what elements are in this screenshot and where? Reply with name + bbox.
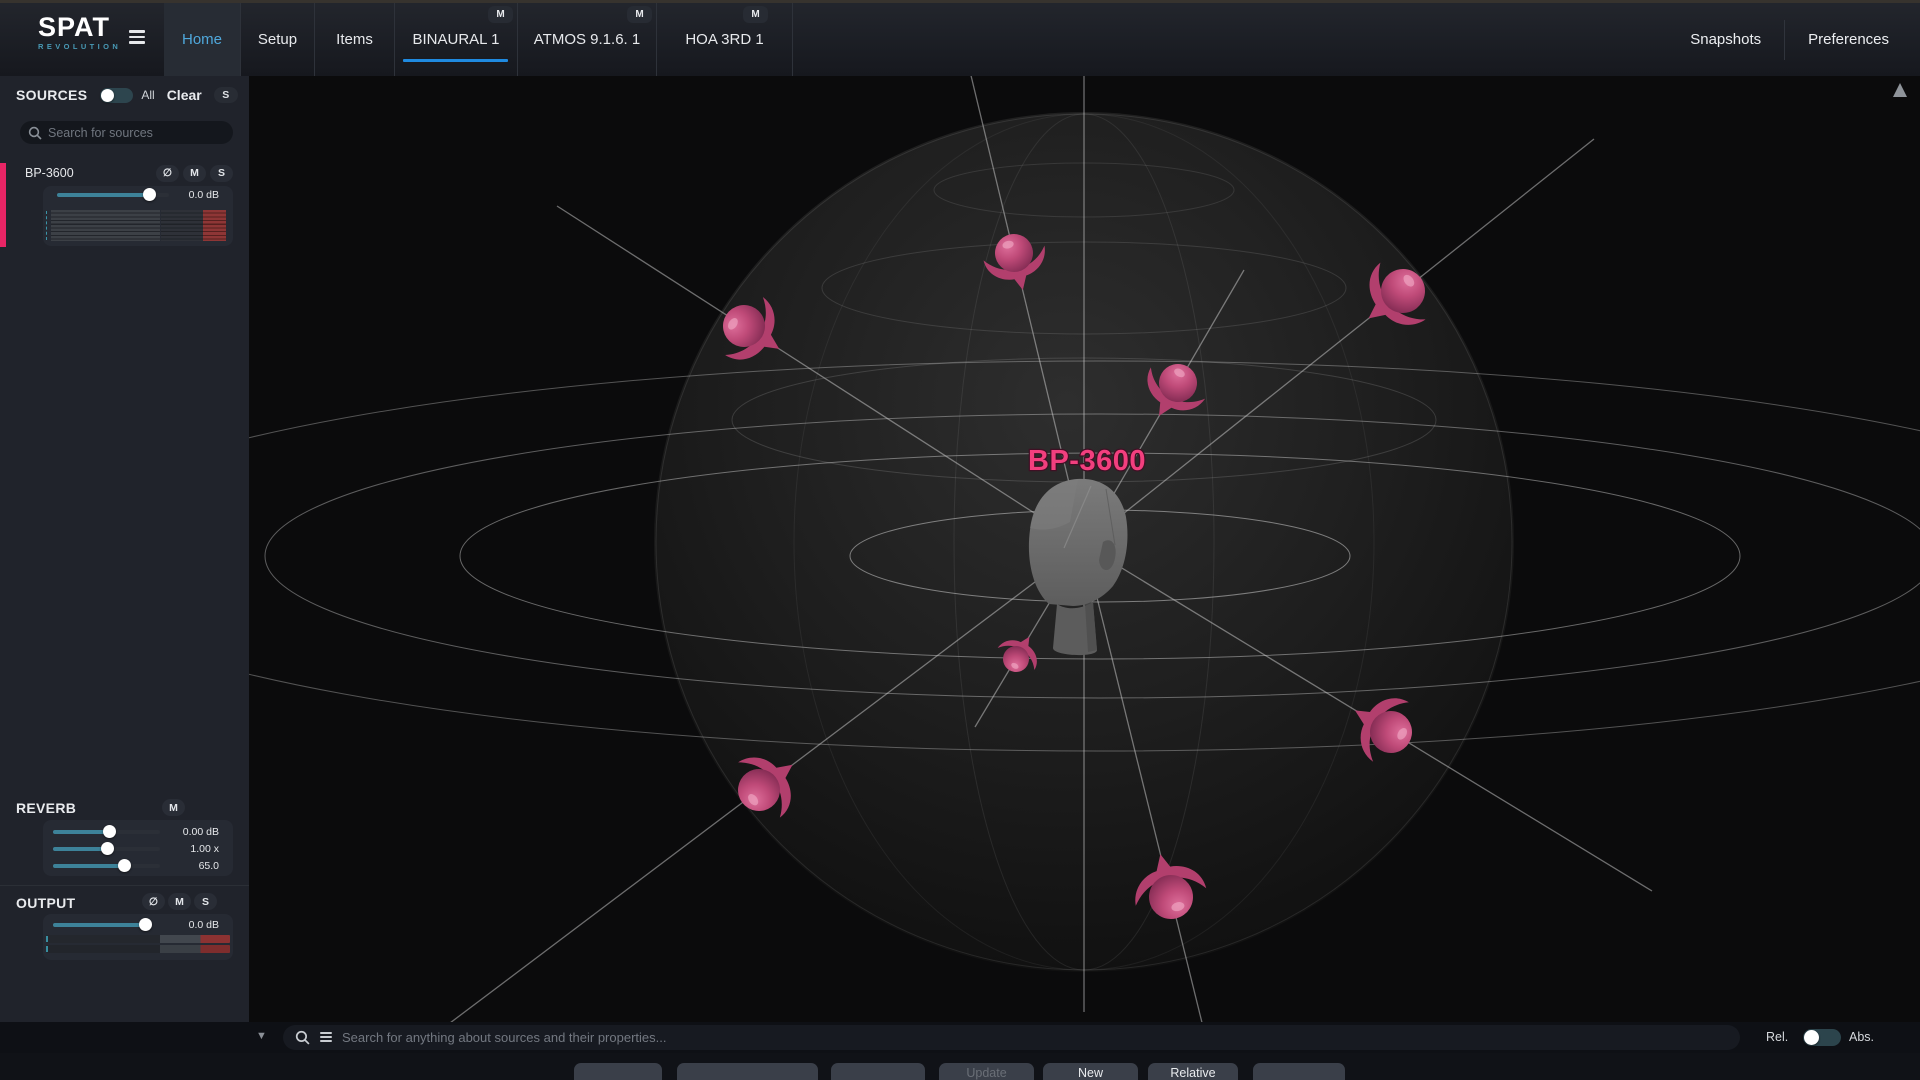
rel-abs-toggle[interactable] xyxy=(1803,1029,1841,1046)
master-badge: M xyxy=(743,6,768,23)
source-level-meter xyxy=(50,210,226,241)
output-title: OUTPUT xyxy=(16,895,75,911)
action-button-2[interactable] xyxy=(677,1063,818,1080)
tab-setup[interactable]: Setup xyxy=(241,3,315,76)
output-bypass-button[interactable]: ∅ xyxy=(142,893,165,910)
reverb-size-slider: 65.0 xyxy=(43,857,233,874)
sources-solo-button[interactable]: S xyxy=(214,87,238,103)
app-logo: SPAT REVOLUTION xyxy=(38,13,121,51)
update-button[interactable]: Update xyxy=(939,1063,1034,1080)
reverb-title: REVERB xyxy=(16,800,76,816)
sources-header: SOURCES All Clear S xyxy=(16,85,239,105)
tab-binaural-label: BINAURAL 1 xyxy=(413,31,500,48)
topbar-right: Snapshots Preferences xyxy=(1667,3,1912,76)
meter-threshold-line xyxy=(46,211,47,240)
tab-items[interactable]: Items xyxy=(315,3,395,76)
source-name: BP-3600 xyxy=(25,166,74,180)
relative-button[interactable]: Relative xyxy=(1148,1063,1238,1080)
scene-source-label[interactable]: BP-3600 xyxy=(1028,445,1146,477)
sidebar-divider xyxy=(0,885,249,886)
output-gain-value: 0.0 dB xyxy=(189,919,219,931)
sources-all-label: All xyxy=(141,88,154,102)
source-mute-button[interactable]: M xyxy=(183,165,206,182)
sources-sidebar: SOURCES All Clear S BP-3600 ∅ M S xyxy=(0,76,249,1022)
bottom-bar: ▼ Rel. Abs. xyxy=(0,1022,1920,1053)
output-solo-button[interactable]: S xyxy=(194,893,217,910)
source-gain-value: 0.0 dB xyxy=(189,189,219,201)
slider-knob[interactable] xyxy=(103,825,116,838)
reverb-factor-value: 1.00 x xyxy=(190,843,219,855)
global-search-input[interactable] xyxy=(342,1030,1728,1045)
source-gain-slider: 0.0 dB xyxy=(43,186,233,203)
sources-clear-button[interactable]: Clear xyxy=(167,87,202,103)
logo-subtitle: REVOLUTION xyxy=(38,42,121,51)
output-header: OUTPUT ∅ M S xyxy=(16,893,75,913)
action-button-4[interactable] xyxy=(1253,1063,1345,1080)
snapshots-button[interactable]: Snapshots xyxy=(1667,17,1784,63)
new-button[interactable]: New xyxy=(1043,1063,1138,1080)
search-icon xyxy=(28,126,42,140)
reverb-mute-button[interactable]: M xyxy=(162,799,185,816)
source-strip-bp3600[interactable]: BP-3600 ∅ M S 0.0 dB xyxy=(0,163,249,247)
slider-knob[interactable] xyxy=(139,918,152,931)
top-bar: SPAT REVOLUTION Home Setup Items BINAURA… xyxy=(0,0,1920,76)
preferences-button[interactable]: Preferences xyxy=(1785,17,1912,63)
source-solo-button[interactable]: S xyxy=(210,165,233,182)
absolute-mode-label: Abs. xyxy=(1849,1030,1874,1044)
source-controls: 0.0 dB xyxy=(43,186,233,246)
global-search xyxy=(283,1025,1740,1050)
list-icon[interactable] xyxy=(320,1032,332,1044)
relative-mode-label: Rel. xyxy=(1766,1030,1788,1044)
spat-revolution-app: SPAT REVOLUTION Home Setup Items BINAURA… xyxy=(0,0,1920,1080)
main-tabs: Home Setup Items BINAURAL 1 M ATMOS 9.1.… xyxy=(164,3,793,76)
sources-search xyxy=(20,121,233,144)
tab-setup-label: Setup xyxy=(258,31,297,48)
slider-fill xyxy=(57,193,149,197)
reverb-factor-slider: 1.00 x xyxy=(43,840,233,857)
tab-atmos-9161[interactable]: ATMOS 9.1.6. 1 M xyxy=(518,3,657,76)
slider-knob[interactable] xyxy=(143,188,156,201)
output-level-meter xyxy=(46,935,230,955)
source-color-bar xyxy=(0,163,6,247)
slider-knob[interactable] xyxy=(101,842,114,855)
scene-3d: BP-3600 xyxy=(249,76,1920,1022)
source-bypass-button[interactable]: ∅ xyxy=(156,165,179,182)
sources-search-input[interactable] xyxy=(48,126,225,140)
reverb-gain-slider: 0.00 dB xyxy=(43,823,233,840)
tab-hoa-3rd-1[interactable]: HOA 3RD 1 M xyxy=(657,3,793,76)
search-icon xyxy=(295,1030,310,1045)
sources-filter-toggle[interactable] xyxy=(100,88,133,103)
tab-home-label: Home xyxy=(182,31,222,48)
actions-row: Update New Relative xyxy=(0,1053,1920,1080)
tab-atmos-label: ATMOS 9.1.6. 1 xyxy=(534,31,640,48)
dropdown-caret-icon[interactable]: ▼ xyxy=(256,1030,267,1042)
logo-title: SPAT xyxy=(38,13,121,41)
output-controls: 0.0 dB xyxy=(43,914,233,960)
reverb-gain-value: 0.00 dB xyxy=(183,826,219,838)
slider-knob[interactable] xyxy=(118,859,131,872)
master-badge: M xyxy=(488,6,513,23)
scene-viewport[interactable]: BP-3600 xyxy=(249,76,1920,1022)
active-tab-underline xyxy=(403,59,508,63)
tab-hoa-label: HOA 3RD 1 xyxy=(685,31,763,48)
tab-items-label: Items xyxy=(336,31,373,48)
tab-binaural-1[interactable]: BINAURAL 1 M xyxy=(395,3,518,76)
reverb-size-value: 65.0 xyxy=(199,860,219,872)
output-mute-button[interactable]: M xyxy=(168,893,191,910)
source-strip-header: BP-3600 ∅ M S xyxy=(25,163,233,183)
sources-title: SOURCES xyxy=(16,87,87,103)
tab-home[interactable]: Home xyxy=(164,3,241,76)
reverb-controls: 0.00 dB 1.00 x 65.0 xyxy=(43,820,233,876)
action-button-1[interactable] xyxy=(574,1063,662,1080)
output-gain-slider: 0.0 dB xyxy=(43,916,233,933)
master-badge: M xyxy=(627,6,652,23)
menu-icon[interactable] xyxy=(129,30,145,47)
reverb-header: REVERB M xyxy=(16,798,76,818)
action-button-3[interactable] xyxy=(831,1063,925,1080)
